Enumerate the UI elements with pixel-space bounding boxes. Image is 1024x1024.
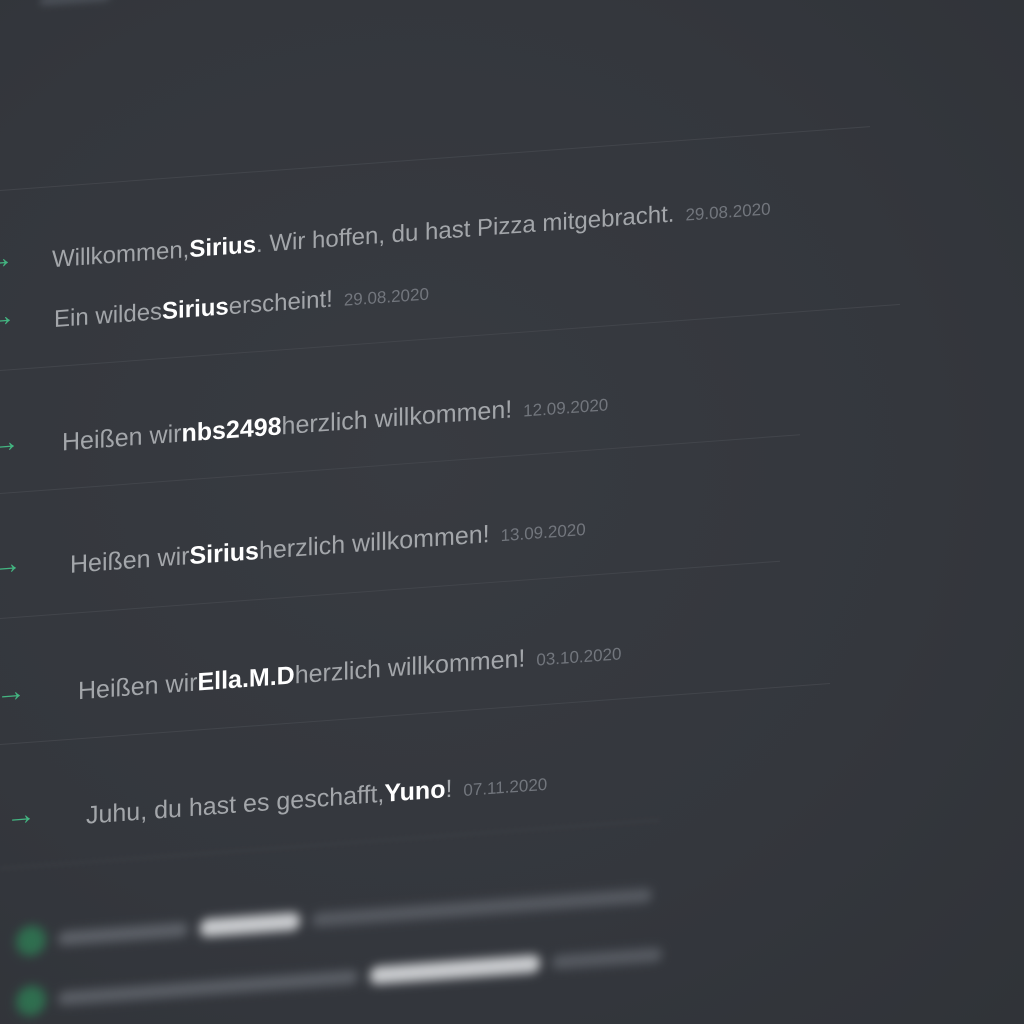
message-group-header [40, 144, 52, 145]
message-username[interactable]: Sirius [189, 231, 256, 264]
message-timestamp[interactable]: 03.10.2020 [536, 644, 621, 670]
blurred-text [552, 947, 662, 970]
divider [0, 126, 870, 191]
chat-viewport: → Willkommen, Sirius . Wir hoffen, du ha… [0, 0, 1024, 1024]
blurred-message [16, 880, 652, 957]
join-arrow-icon [16, 924, 46, 957]
join-arrow-icon: → [0, 240, 14, 277]
blurred-text [58, 969, 358, 1006]
join-arrow-icon: → [6, 797, 36, 833]
system-message: Heißen wir Ella.M.D herzlich willkommen!… [78, 637, 621, 706]
join-arrow-icon: → [0, 424, 20, 460]
message-text-prefix: Heißen wir [70, 542, 190, 579]
system-message: Heißen wir nbs2498 herzlich willkommen! … [62, 388, 608, 457]
message-text-suffix: herzlich willkommen! [281, 395, 513, 441]
message-list[interactable]: → Willkommen, Sirius . Wir hoffen, du ha… [0, 0, 1024, 1024]
join-arrow-icon: → [0, 546, 22, 582]
message-username[interactable]: Yuno [384, 775, 445, 808]
join-arrow-icon: → [0, 298, 16, 335]
message-timestamp[interactable]: 07.11.2020 [463, 775, 547, 801]
message-text-suffix: . Wir hoffen, du hast Pizza mitgebracht. [256, 200, 675, 259]
join-arrow-icon [16, 984, 46, 1017]
blurred-text [312, 888, 652, 928]
message-text-prefix: Willkommen, [52, 236, 190, 274]
message-username[interactable]: Sirius [162, 293, 229, 326]
blurred-text [58, 922, 188, 946]
message-username[interactable]: Sirius [189, 537, 258, 571]
join-arrow-icon: → [0, 674, 26, 710]
message-text-suffix: herzlich willkommen! [258, 520, 490, 565]
system-message: Willkommen, Sirius . Wir hoffen, du hast… [52, 193, 771, 274]
message-username[interactable]: Ella.M.D [197, 661, 294, 697]
message-text-prefix: Ein wildes [54, 298, 163, 334]
message-timestamp[interactable]: 13.09.2020 [501, 520, 586, 546]
blurred-username [370, 954, 540, 985]
message-text-prefix: Heißen wir [62, 419, 182, 457]
message-text-prefix: Juhu, du hast es geschafft, [86, 779, 385, 830]
system-message: Ein wildes Sirius erscheint! 29.08.2020 [54, 279, 429, 335]
blurred-message [16, 939, 662, 1017]
message-text-suffix: erscheint! [228, 285, 333, 321]
message-timestamp[interactable]: 29.08.2020 [344, 285, 429, 311]
blurred-top-element [40, 0, 110, 6]
blurred-username [200, 911, 300, 938]
message-username[interactable]: nbs2498 [181, 412, 281, 448]
message-timestamp[interactable]: 29.08.2020 [685, 199, 770, 225]
message-text-suffix: ! [445, 774, 453, 804]
message-timestamp[interactable]: 12.09.2020 [523, 395, 608, 421]
system-message: Heißen wir Sirius herzlich willkommen! 1… [70, 513, 586, 580]
message-text-prefix: Heißen wir [78, 668, 198, 706]
message-text-suffix: herzlich willkommen! [294, 644, 526, 690]
system-message: Juhu, du hast es geschafft, Yuno ! 07.11… [86, 768, 547, 831]
